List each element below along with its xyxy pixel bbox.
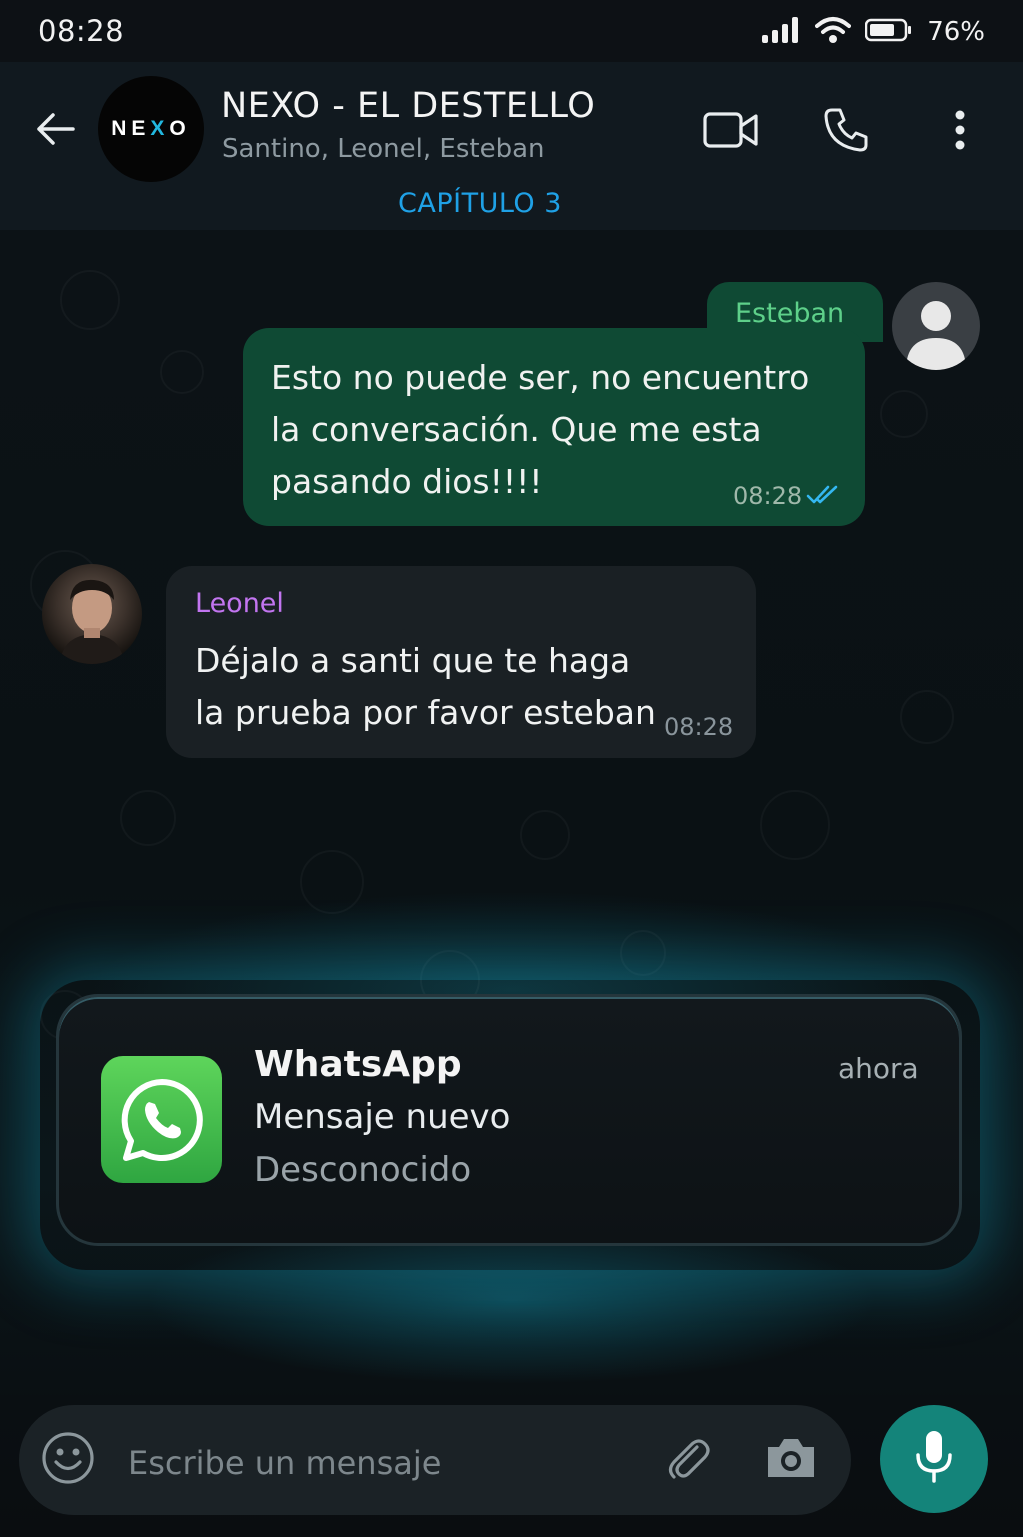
notification-time: ahora — [838, 1052, 919, 1085]
status-time: 08:28 — [38, 14, 125, 48]
camera-button[interactable] — [762, 1432, 820, 1488]
back-button[interactable] — [28, 108, 82, 154]
message-time: 08:28 — [664, 713, 734, 741]
chat-header: NEXO NEXO - EL DESTELLO Santino, Leonel,… — [0, 62, 1023, 230]
chapter-label: CAPÍTULO 3 — [398, 188, 562, 219]
paperclip-icon — [663, 1433, 713, 1487]
more-vertical-icon — [954, 109, 966, 155]
camera-icon — [764, 1435, 818, 1485]
voice-message-button[interactable] — [880, 1405, 988, 1513]
whatsapp-icon — [101, 1056, 222, 1183]
wifi-icon — [815, 16, 852, 48]
battery-icon — [864, 18, 913, 46]
arrow-left-icon — [35, 112, 75, 150]
phone-icon — [822, 106, 870, 158]
message-sender: Esteban — [735, 298, 845, 329]
emoji-button[interactable] — [40, 1432, 96, 1488]
group-avatar[interactable]: NEXO — [98, 76, 204, 182]
message-time: 08:28 — [733, 482, 803, 510]
video-call-button[interactable] — [701, 104, 761, 160]
message-text: Déjalo a santi que te haga la prueba por… — [195, 641, 656, 732]
double-check-icon — [806, 484, 840, 510]
notification-title: Mensaje nuevo — [254, 1097, 511, 1137]
message-sender: Leonel — [195, 588, 284, 619]
chat-members[interactable]: Santino, Leonel, Esteban — [222, 134, 545, 164]
video-camera-icon — [703, 110, 759, 154]
status-bar: 08:28 76% — [0, 0, 1023, 62]
status-icons: 76% — [761, 14, 985, 50]
message-input[interactable] — [128, 1440, 628, 1486]
microphone-icon — [914, 1429, 954, 1489]
nexo-logo: NEXO — [111, 117, 191, 140]
battery-level: 76% — [927, 17, 985, 47]
voice-call-button[interactable] — [816, 104, 876, 160]
emoji-icon — [41, 1431, 95, 1489]
signal-icon — [761, 16, 801, 48]
attach-button[interactable] — [660, 1432, 716, 1488]
more-options-button[interactable] — [930, 104, 990, 160]
esteban-avatar[interactable] — [892, 282, 980, 370]
notification-app-name: WhatsApp — [254, 1044, 462, 1085]
leonel-avatar[interactable] — [42, 564, 142, 664]
chat-title[interactable]: NEXO - EL DESTELLO — [221, 86, 595, 126]
notification-body: Desconocido — [254, 1150, 472, 1190]
